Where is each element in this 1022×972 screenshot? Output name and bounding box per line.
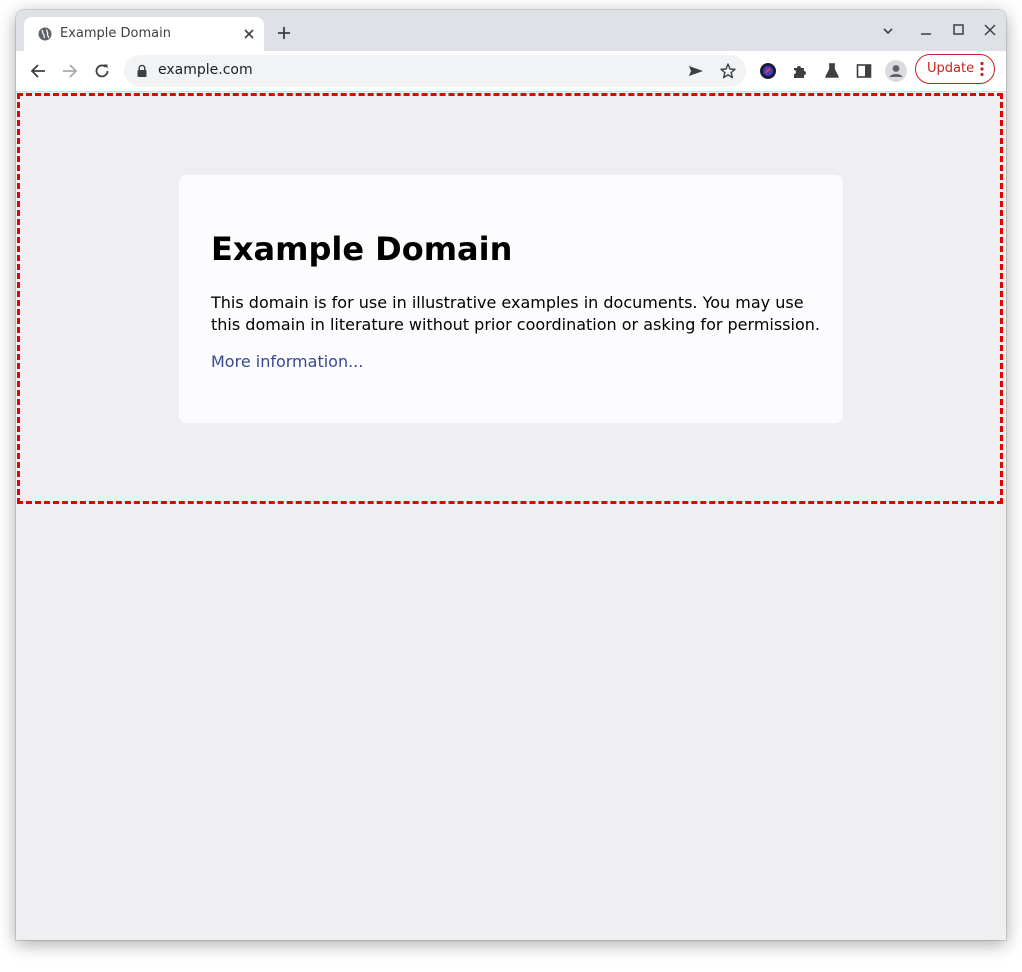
close-tab-icon[interactable] [242,27,256,41]
page-heading: Example Domain [211,230,513,268]
tab-title: Example Domain [60,26,171,41]
url-text: example.com [158,62,253,78]
close-window-icon[interactable] [983,23,997,37]
globe-icon [38,27,52,41]
content-card: Example Domain This domain is for use in… [179,175,843,423]
back-arrow-icon[interactable] [29,62,47,80]
tab-strip: Example Domain [16,10,1006,51]
update-label: Update [927,61,975,76]
chevron-down-icon[interactable] [881,24,895,38]
puzzle-icon[interactable] [791,62,809,80]
more-vert-icon[interactable] [980,61,984,77]
new-tab-icon[interactable] [276,25,292,41]
flask-icon[interactable] [823,62,841,80]
minimize-icon[interactable] [919,24,933,38]
page-paragraph: This domain is for use in illustrative e… [211,293,820,334]
extension-avatar-icon[interactable] [759,62,777,80]
send-icon[interactable] [687,62,705,80]
more-information-link[interactable]: More information... [211,352,363,371]
lock-icon[interactable] [136,64,148,78]
maximize-icon[interactable] [951,23,965,37]
tab-example-domain[interactable]: Example Domain [24,17,264,51]
update-button[interactable]: Update [915,54,995,84]
browser-window: Example Domain example.com Update Exampl… [16,10,1006,940]
address-bar[interactable]: example.com [124,55,746,87]
profile-icon[interactable] [885,60,907,82]
star-icon[interactable] [719,62,737,80]
toolbar: example.com Update [16,51,1006,92]
forward-arrow-icon[interactable] [61,62,79,80]
reload-icon[interactable] [93,62,111,80]
side-panel-icon[interactable] [855,62,873,80]
page-content: Example Domain This domain is for use in… [16,92,1006,940]
